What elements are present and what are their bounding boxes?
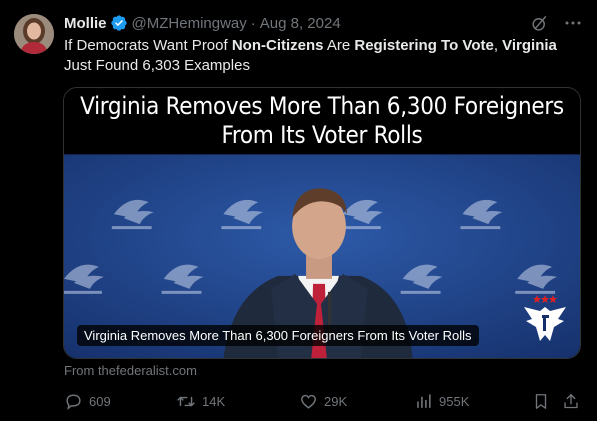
repost-button[interactable]: 14K	[176, 392, 225, 411]
repost-count: 14K	[202, 394, 226, 409]
views-count: 955K	[439, 394, 470, 409]
tweet-text-segment: Just Found 6,303 Examples	[64, 57, 250, 74]
tweet-text-segment: Are	[323, 37, 355, 54]
like-count: 29K	[324, 394, 348, 409]
tweet-text-segment: ,	[493, 37, 503, 54]
like-icon	[299, 392, 318, 411]
tweet-text-bold: Registering To Vote	[354, 37, 494, 54]
card-headline-line2: From Its Voter Rolls	[221, 121, 423, 149]
views-button[interactable]: 955K	[414, 392, 469, 411]
separator-dot: ·	[250, 14, 256, 32]
tweet-text-segment: If Democrats Want Proof	[64, 37, 232, 54]
tweet-text-bold: Virginia	[502, 37, 557, 54]
card-headline-banner: Virginia Removes More Than 6,300 Foreign…	[64, 88, 580, 154]
author-name[interactable]: Mollie	[64, 15, 107, 32]
share-button[interactable]	[562, 392, 580, 411]
action-bar: 609 14K 29K 955K	[64, 392, 584, 412]
reply-count: 609	[89, 394, 111, 409]
views-icon	[414, 392, 433, 411]
bookmark-button[interactable]	[532, 392, 550, 411]
tweet-text: If Democrats Want Proof Non-Citizens Are…	[64, 36, 584, 76]
more-options-icon[interactable]	[563, 13, 583, 33]
link-card[interactable]: Virginia Removes More Than 6,300 Foreign…	[63, 87, 581, 359]
grok-icon[interactable]	[529, 13, 549, 33]
card-headline-line1: Virginia Removes More Than 6,300 Foreign…	[80, 92, 564, 120]
verified-badge-icon[interactable]	[110, 14, 128, 32]
reply-button[interactable]: 609	[64, 392, 111, 411]
card-caption: Virginia Removes More Than 6,300 Foreign…	[77, 325, 479, 346]
publisher-logo-icon	[522, 293, 568, 348]
repost-icon	[176, 392, 196, 411]
tweet-header: Mollie @MZHemingway · Aug 8, 2024	[64, 13, 583, 33]
author-handle[interactable]: @MZHemingway	[132, 15, 247, 32]
author-avatar[interactable]	[14, 14, 54, 54]
share-icon	[562, 392, 580, 411]
tweet-text-bold: Non-Citizens	[231, 37, 324, 54]
reply-icon	[64, 392, 83, 411]
bookmark-icon	[532, 392, 550, 411]
link-source[interactable]: From thefederalist.com	[64, 363, 197, 378]
post-date[interactable]: Aug 8, 2024	[260, 15, 341, 32]
like-button[interactable]: 29K	[299, 392, 347, 411]
